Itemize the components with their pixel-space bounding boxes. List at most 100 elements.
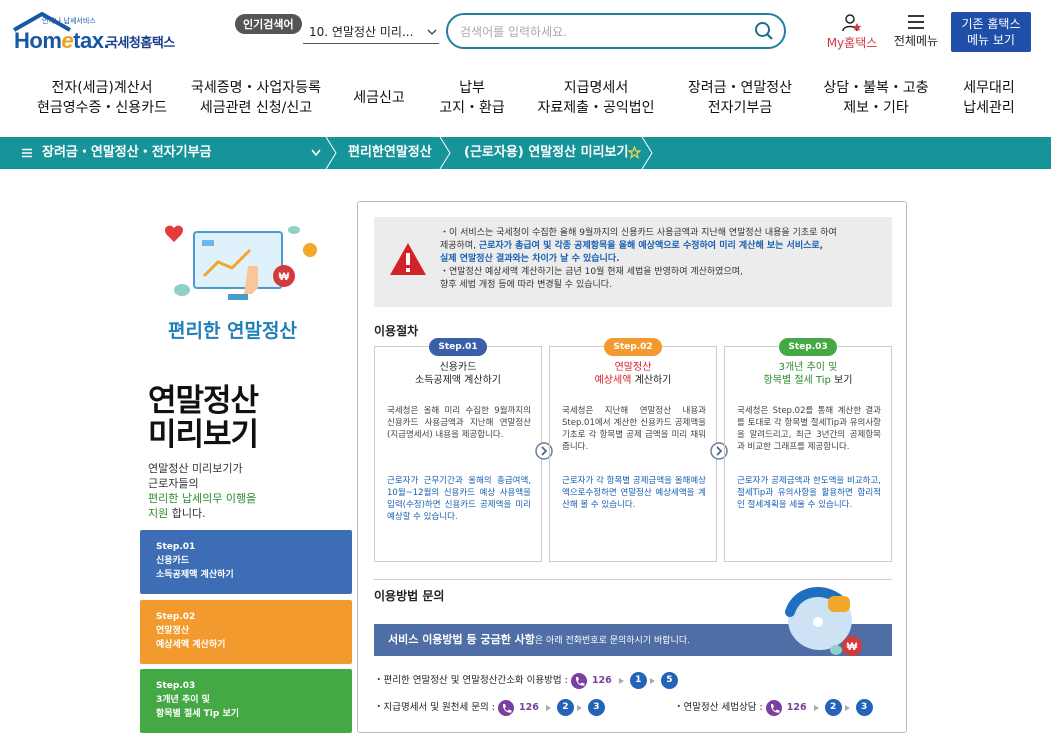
gnb-line2: 고지・환급	[439, 100, 505, 116]
svg-text:₩: ₩	[279, 271, 290, 283]
phone-number: 126	[518, 702, 539, 713]
arrow-icon	[813, 704, 819, 711]
gnb-line2: 전자기부금	[707, 100, 773, 116]
logo-subtext: 언제나 납세서비스	[42, 17, 96, 25]
step-line1: 신용카드	[156, 556, 190, 566]
gnb-item-year-end[interactable]: 장려금・연말정산 전자기부금	[680, 78, 800, 118]
page-title-line2: 미리보기	[148, 417, 259, 453]
step-title1: 연말정산	[614, 362, 652, 373]
procedure-title: 이용절차	[374, 324, 419, 338]
gnb-item-payment[interactable]: 납부 고지・환급	[432, 78, 512, 118]
procedure-step-card: Step.01 신용카드 소득공제액 계산하기 국세청은 올해 미리 수집한 9…	[374, 338, 542, 562]
location-level3: (근로자용) 연말정산 미리보기	[464, 145, 629, 160]
popular-search-select[interactable]: 10. 연말정산 미리...	[303, 20, 439, 44]
hamburger-icon[interactable]	[22, 148, 32, 158]
step-badge: Step.02	[604, 338, 662, 356]
location-level2[interactable]: 편리한연말정산	[348, 137, 432, 169]
step-title1: 신용카드	[439, 362, 477, 373]
gnb-line1: 세금신고	[353, 90, 405, 106]
gnb-line1: 상담・불복・고충	[823, 80, 929, 96]
page-title: 연말정산 미리보기	[148, 384, 259, 453]
hometax-logo[interactable]: 언제나 납세서비스 Hometax. 국세청홈택스	[12, 12, 187, 53]
search-box	[446, 13, 786, 49]
location-bar: 장려금・연말정산・전자기부금 편리한연말정산 (근로자용) 연말정산 미리보기	[0, 137, 1051, 169]
notice-line: ・연말정산 예상세액 계산하기는 금년 10월 현재 세법을 반영하여 계산하였…	[440, 267, 743, 277]
banner-bold: 서비스 이용방법 등 궁금한 사항	[388, 633, 535, 646]
notice-line: 제공하며,	[440, 241, 479, 251]
gnb-item-payment-statement[interactable]: 지급명세서 자료제출・공익법인	[530, 78, 662, 118]
step-title2: 소득공제액 계산하기	[415, 375, 501, 386]
menu-digit: 2	[824, 699, 842, 716]
gnb-item-tax-report[interactable]: 세금신고	[344, 88, 414, 108]
warning-icon	[390, 243, 426, 275]
step-card-title: 연말정산 예상세액 계산하기	[550, 361, 716, 387]
gnb-line1: 지급명세서	[563, 80, 629, 96]
gnb-line1: 장려금・연말정산	[687, 80, 793, 96]
gnb-item-tax-agent[interactable]: 세무대리 납세관리	[954, 78, 1024, 118]
search-icon[interactable]	[754, 21, 774, 41]
chevron-down-icon[interactable]	[311, 149, 321, 157]
desc-green: 편리한 납세의무 이행을	[148, 492, 257, 505]
user-icon	[842, 14, 862, 32]
phone-icon	[570, 672, 587, 689]
myhometax-label: My홈택스	[826, 36, 878, 50]
menu-digit: 5	[660, 672, 678, 689]
header: 언제나 납세서비스 Hometax. 국세청홈택스 인기검색어 10. 연말정산…	[0, 0, 1051, 66]
popular-search-tag: 인기검색어	[235, 14, 302, 34]
notice-highlight: 근로자가 총급여 및 각종 공제항목을 올해 예상액으로 수정하여 미리 계산해…	[478, 241, 824, 251]
all-menu-button[interactable]: 전체메뉴	[888, 14, 944, 49]
step1-button[interactable]: Step.01 신용카드 소득공제액 계산하기	[140, 530, 352, 594]
gnb-line1: 세무대리	[963, 80, 1015, 96]
phone-number: 126	[786, 702, 807, 713]
arrow-icon	[844, 704, 850, 711]
notice-line: 향후 세법 개정 등에 따라 변경될 수 있습니다.	[440, 280, 612, 290]
gnb-item-certificates[interactable]: 국세증명・사업자등록 세금관련 신청/신고	[184, 78, 328, 118]
inquiry-row-label: ・편리한 연말정산 및 연말정산간소화 이용방법 :	[374, 675, 568, 686]
inquiry-row-3: ・연말정산 세법상담 : 126 2 3	[674, 699, 873, 716]
svg-text:₩: ₩	[847, 641, 858, 653]
step-body: 국세청은 올해 미리 수집한 9월까지의 신용카드 사용금액과 지난해 연말정산…	[387, 406, 531, 440]
divider	[374, 579, 892, 580]
step-title2-rest: 보기	[830, 375, 853, 386]
menu-digit: 1	[629, 672, 647, 689]
gnb-item-e-invoice[interactable]: 전자(세금)계산서 현금영수증・신용카드	[28, 78, 176, 118]
step2-button[interactable]: Step.02 연말정산 예상세액 계산하기	[140, 600, 352, 664]
inquiry-row-2: ・지급명세서 및 원천세 문의 : 126 2 3	[374, 699, 605, 716]
step3-button[interactable]: Step.03 3개년 추이 및 항목별 절세 Tip 보기	[140, 669, 352, 733]
step-body: 국세청은 지난해 연말정산 내용과 Step.01에서 계산한 신용카드 공제액…	[562, 406, 706, 452]
breadcrumb-separator-icon	[325, 137, 337, 169]
search-input[interactable]	[460, 22, 740, 42]
old-button-line2: 메뉴 보기	[967, 33, 1015, 47]
old-button-line1: 기존 홈택스	[961, 17, 1021, 31]
chevron-down-icon	[427, 29, 437, 35]
old-hometax-menu-button[interactable]: 기존 홈택스 메뉴 보기	[951, 12, 1031, 52]
step-line2: 예상세액 계산하기	[156, 640, 226, 650]
notice-box: ・이 서비스는 국세청이 수집한 올해 9월까지의 신용카드 사용금액과 지난해…	[374, 217, 892, 307]
procedure-step-card: Step.03 3개년 추이 및 항목별 절세 Tip 보기 국세청은 Step…	[724, 338, 892, 562]
step-card-title: 신용카드 소득공제액 계산하기	[375, 361, 541, 387]
phone-icon	[497, 699, 514, 716]
procedure-step-card: Step.02 연말정산 예상세액 계산하기 국세청은 지난해 연말정산 내용과…	[549, 338, 717, 562]
notice-text: ・이 서비스는 국세청이 수집한 올해 9월까지의 신용카드 사용금액과 지난해…	[440, 227, 885, 292]
logo-brand: Hometax.	[14, 28, 110, 53]
step-highlight: 근로자가 근무기간과 올해의 총급여액, 10월~12월의 신용카드 예상 사용…	[387, 476, 531, 522]
gnb-item-counsel[interactable]: 상담・불복・고충 제보・기타	[818, 78, 934, 118]
all-menu-label: 전체메뉴	[893, 34, 939, 48]
inquiry-title: 이용방법 문의	[374, 589, 445, 603]
hamburger-icon	[908, 15, 924, 29]
gnb-line1: 납부	[459, 80, 485, 96]
step-title2-green: 항목별 절세 Tip	[763, 375, 831, 386]
gnb-line1: 국세증명・사업자등록	[191, 80, 321, 96]
gnb-line2: 자료제출・공익법인	[537, 100, 655, 116]
inquiry-row-label: ・연말정산 세법상담 :	[674, 702, 763, 713]
myhometax-button[interactable]: My홈택스	[822, 14, 882, 51]
gnb-line2: 현금영수증・신용카드	[37, 100, 167, 116]
step-line1: 3개년 추이 및	[156, 695, 210, 705]
phone-icon	[765, 699, 782, 716]
left-description: 연말정산 미리보기가 근로자들의 편리한 납세의무 이행을 지원 합니다.	[148, 461, 298, 521]
main-content-box: ・이 서비스는 국세청이 수집한 올해 9월까지의 신용카드 사용금액과 지난해…	[357, 201, 907, 733]
breadcrumb-separator-icon	[641, 137, 653, 169]
menu-digit: 3	[855, 699, 873, 716]
notice-highlight: 실제 연말정산 결과와는 차이가 날 수 있습니다.	[440, 254, 620, 264]
location-menu[interactable]: 장려금・연말정산・전자기부금	[42, 137, 212, 169]
